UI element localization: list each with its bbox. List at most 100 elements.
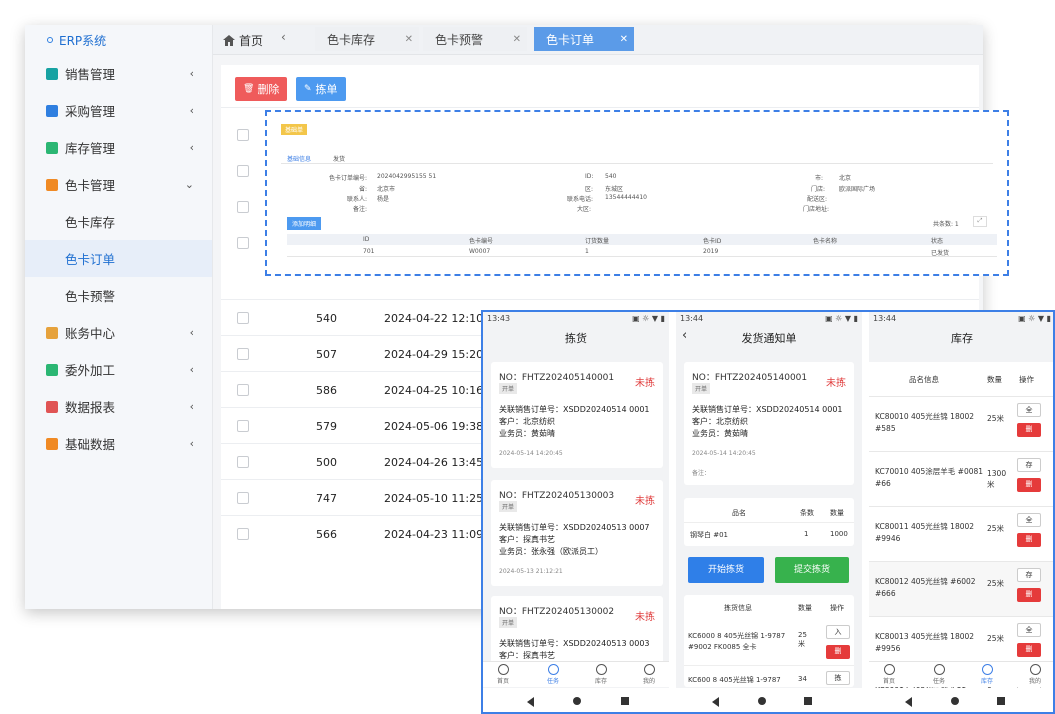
tab-home[interactable]: 首页 bbox=[223, 32, 263, 49]
tab-home[interactable]: 首页 bbox=[877, 664, 901, 685]
chevron-left-icon[interactable]: ‹ bbox=[190, 104, 194, 117]
tab-tasks[interactable]: 任务 bbox=[541, 664, 565, 685]
sidebar-subitem[interactable]: 色卡库存 bbox=[25, 203, 212, 240]
back-icon[interactable] bbox=[527, 697, 534, 707]
pick-button[interactable]: 拣 bbox=[826, 671, 850, 685]
detail-col-header: 状态 bbox=[931, 238, 944, 245]
chevron-left-icon[interactable]: ‹ bbox=[190, 326, 194, 339]
row-checkbox[interactable] bbox=[237, 420, 249, 432]
back-icon[interactable] bbox=[712, 697, 719, 707]
pick-task-card[interactable]: NO：FHTZ202405140001 未拣 开单 关联销售订单号：XSDD20240… bbox=[491, 362, 663, 468]
sidebar-item[interactable]: 库存管理 ‹ bbox=[25, 129, 212, 166]
sidebar-item[interactable]: 基础数据 ‹ bbox=[25, 425, 212, 462]
tab-color-card-warning[interactable]: 色卡预警 ✕ bbox=[423, 27, 527, 51]
pick-task-card[interactable]: NO：FHTZ202405130003 未拣 开单 关联销售订单号：XSDD20240… bbox=[491, 480, 663, 586]
cell-time: 2024-04-23 11:09:4 bbox=[384, 528, 494, 541]
tab-inventory[interactable]: 库存 bbox=[975, 664, 999, 685]
tab-mine[interactable]: 我的 bbox=[637, 664, 661, 685]
pick-item-info: KC600 8 405光丝锦 1-9787 bbox=[688, 676, 781, 684]
sidebar-item[interactable]: 采购管理 ‹ bbox=[25, 92, 212, 129]
row-checkbox[interactable] bbox=[237, 528, 249, 540]
submit-picking-button[interactable]: 提交拣货 bbox=[775, 557, 849, 583]
sidebar-item-label: 数据报表 bbox=[65, 400, 116, 415]
detail-tab-ship[interactable]: 发货 bbox=[333, 154, 345, 163]
region-label: 大区: bbox=[577, 206, 592, 213]
system-nav-bar bbox=[676, 688, 862, 712]
close-icon[interactable]: ✕ bbox=[620, 34, 628, 45]
detail-tab-basic[interactable]: 基础信息 bbox=[287, 154, 311, 163]
created-time: 2024-05-14 14:20:45 bbox=[692, 450, 756, 457]
tab-tasks[interactable]: 任务 bbox=[927, 664, 951, 685]
row-checkbox[interactable] bbox=[237, 312, 249, 324]
pick-in-button[interactable]: 入 bbox=[826, 625, 850, 639]
recents-icon[interactable] bbox=[804, 697, 812, 705]
stock-button[interactable]: 全 bbox=[1017, 403, 1041, 417]
tab-scroll-left-icon[interactable]: ‹ bbox=[281, 30, 297, 50]
row-checkbox[interactable] bbox=[237, 237, 249, 249]
row-checkbox[interactable] bbox=[237, 384, 249, 396]
stock-button[interactable]: 全 bbox=[1017, 623, 1041, 637]
stock-button[interactable]: 存 bbox=[1017, 568, 1041, 582]
tab-mine[interactable]: 我的 bbox=[1023, 664, 1047, 685]
close-icon[interactable]: ✕ bbox=[513, 34, 521, 45]
chevron-down-icon[interactable]: ⌄ bbox=[185, 178, 194, 191]
pick-label: 拣单 bbox=[315, 83, 338, 96]
row-checkbox[interactable] bbox=[237, 492, 249, 504]
tab-color-card-stock[interactable]: 色卡库存 ✕ bbox=[315, 27, 419, 51]
detail-table-row[interactable] bbox=[287, 245, 997, 257]
close-icon[interactable]: ✕ bbox=[405, 34, 413, 45]
tab-home[interactable]: 首页 bbox=[491, 664, 515, 685]
chevron-left-icon[interactable]: ‹ bbox=[190, 437, 194, 450]
status-bar: 13:44 ▣ ☼ ▼ ▮ bbox=[676, 312, 862, 326]
row-checkbox[interactable] bbox=[237, 456, 249, 468]
sidebar-item[interactable]: 账务中心 ‹ bbox=[25, 314, 212, 351]
sidebar-subitem[interactable]: 色卡预警 bbox=[25, 277, 212, 314]
row-checkbox[interactable] bbox=[237, 201, 249, 213]
tab-color-card-order[interactable]: 色卡订单 ✕ bbox=[534, 27, 634, 51]
pick-delete-button[interactable]: 删 bbox=[826, 645, 850, 659]
col-qty: 数量 bbox=[830, 509, 844, 517]
inventory-row[interactable]: KC80011 405光丝锦 18002 #9946 25米 全删 bbox=[869, 506, 1053, 561]
app-logo[interactable]: ERP系统 bbox=[25, 25, 212, 55]
chevron-left-icon[interactable]: ‹ bbox=[190, 67, 194, 80]
status-badge: 未拣 bbox=[635, 612, 655, 623]
sidebar-item[interactable]: 色卡管理 ⌄ bbox=[25, 166, 212, 203]
sidebar-item[interactable]: 委外加工 ‹ bbox=[25, 351, 212, 388]
row-checkbox[interactable] bbox=[237, 129, 249, 141]
stock-button[interactable]: 存 bbox=[1017, 458, 1041, 472]
delete-button[interactable]: 删 bbox=[1017, 478, 1041, 492]
delete-button[interactable]: 删 bbox=[1017, 533, 1041, 547]
delete-button[interactable]: 删 bbox=[1017, 423, 1041, 437]
home-button-icon[interactable] bbox=[573, 697, 581, 705]
row-checkbox[interactable] bbox=[237, 348, 249, 360]
sidebar-item[interactable]: 数据报表 ‹ bbox=[25, 388, 212, 425]
notice-card: NO：FHTZ202405140001 未拣 开单 关联销售订单号：XSDD20… bbox=[684, 362, 854, 485]
tab-inventory[interactable]: 库存 bbox=[589, 664, 613, 685]
recents-icon[interactable] bbox=[621, 697, 629, 705]
type-tag: 开单 bbox=[499, 501, 518, 512]
back-icon[interactable] bbox=[905, 697, 912, 707]
home-button-icon[interactable] bbox=[758, 697, 766, 705]
recents-icon[interactable] bbox=[997, 697, 1005, 705]
pick-button[interactable]: ✎ 拣单 bbox=[296, 77, 346, 101]
row-checkbox[interactable] bbox=[237, 165, 249, 177]
inventory-row[interactable]: KC80012 405光丝锦 #6002 #666 25米 存删 bbox=[869, 561, 1053, 616]
add-detail-button[interactable]: 添加明细 bbox=[287, 217, 322, 230]
delete-button[interactable]: 删 bbox=[1017, 643, 1041, 657]
stock-button[interactable]: 全 bbox=[1017, 513, 1041, 527]
divider bbox=[684, 522, 854, 523]
pick-task-card[interactable]: NO：FHTZ202405130002 未拣 开单 关联销售订单号：XSDD20240… bbox=[491, 596, 663, 666]
expand-icon[interactable]: ⤢ bbox=[973, 216, 987, 227]
sidebar-subitem[interactable]: 色卡订单 bbox=[25, 240, 212, 277]
home-button-icon[interactable] bbox=[951, 697, 959, 705]
start-picking-button[interactable]: 开始拣货 bbox=[688, 557, 764, 583]
chevron-left-icon[interactable]: ‹ bbox=[190, 141, 194, 154]
inventory-row[interactable]: KC80010 405光丝锦 18002 #585 25米 全删 bbox=[869, 396, 1053, 451]
delete-button[interactable]: 🗑 删除 bbox=[235, 77, 288, 101]
sidebar-item[interactable]: 销售管理 ‹ bbox=[25, 55, 212, 92]
inventory-row[interactable]: KC70010 405涂层羊毛 #0081 #66 1300米存删 bbox=[869, 451, 1053, 506]
delete-button[interactable]: 删 bbox=[1017, 588, 1041, 602]
chevron-left-icon[interactable]: ‹ bbox=[190, 400, 194, 413]
chevron-left-icon[interactable]: ‹ bbox=[190, 363, 194, 376]
col-actions: 操作 bbox=[1019, 375, 1034, 384]
